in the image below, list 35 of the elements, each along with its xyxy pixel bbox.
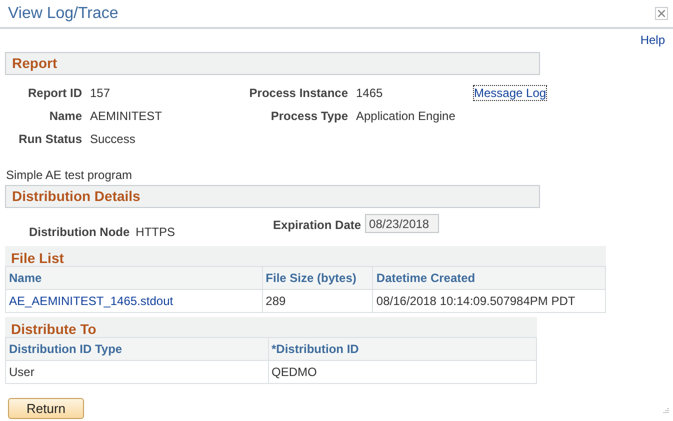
field-value: HTTPS <box>136 224 176 241</box>
column-header: Datetime Created <box>372 266 606 290</box>
date-field[interactable]: 08/23/2018 <box>365 214 440 233</box>
field-label: Name <box>48 108 82 125</box>
field-value: Success <box>90 131 136 148</box>
field-label: Report ID <box>27 85 82 102</box>
return-button[interactable]: Return <box>8 398 84 419</box>
close-icon <box>658 10 665 17</box>
field-value: AEMINITEST <box>90 108 164 125</box>
resize-grip-icon[interactable] <box>661 407 669 415</box>
window-title: View Log/Trace <box>8 4 118 24</box>
column-header: *Distribution ID <box>268 338 536 360</box>
table-cell: 08/16/2018 10:14:09.507984PM PDT <box>372 290 606 312</box>
field-value: Application Engine <box>356 108 456 125</box>
field-value: 157 <box>90 85 112 102</box>
field-label: Run Status <box>18 131 82 148</box>
grid-title: Distribute To <box>11 321 96 337</box>
section-title: Distribution Details <box>12 187 140 206</box>
column-header: Distribution ID Type <box>6 338 268 360</box>
field-value: 1465 <box>356 85 384 102</box>
column-header: Name <box>6 266 262 290</box>
section-title: Report <box>12 54 58 73</box>
table-cell: QEDMO <box>268 360 536 384</box>
help-link[interactable]: Help <box>640 31 665 49</box>
field-label: Process Instance <box>248 85 348 102</box>
table-cell: User <box>6 360 268 384</box>
message-log-link[interactable]: Message Log <box>474 86 546 100</box>
field-label: Process Type <box>270 108 348 125</box>
description-text: Simple AE test program <box>6 167 134 184</box>
field-label: Expiration Date <box>273 217 362 234</box>
column-header: File Size (bytes) <box>262 266 373 290</box>
field-label: Distribution Node <box>29 224 130 241</box>
close-button[interactable] <box>655 7 668 20</box>
grid-title: File List <box>11 250 64 266</box>
table-cell: 289 <box>262 290 373 312</box>
